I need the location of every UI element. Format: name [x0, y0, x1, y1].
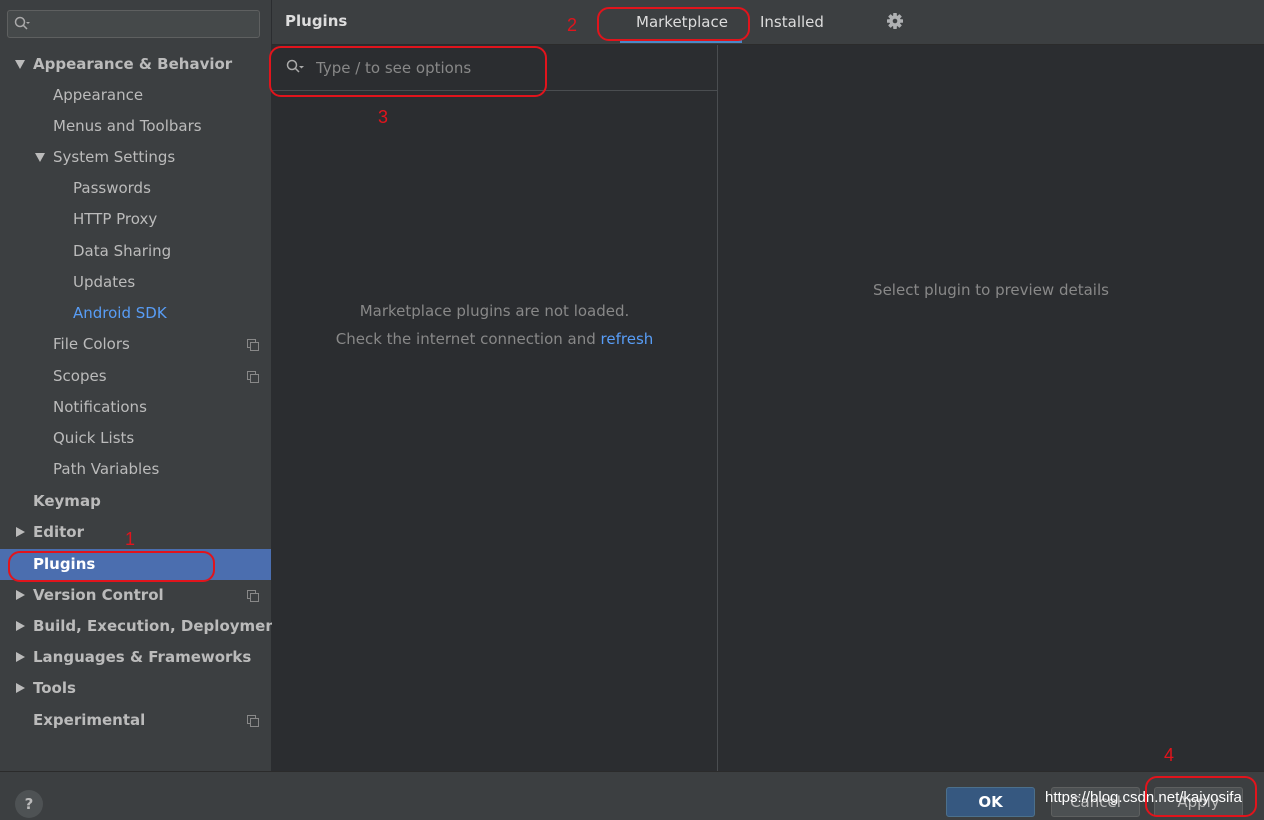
- tree-item-keymap[interactable]: Keymap: [0, 486, 271, 517]
- tree-item-passwords[interactable]: Passwords: [0, 173, 271, 204]
- project-settings-icon: [247, 339, 259, 351]
- tree-item-data-sharing[interactable]: Data Sharing: [0, 236, 271, 267]
- tree-item-label: System Settings: [53, 148, 176, 166]
- annotation-box-search: [269, 46, 547, 97]
- tree-item-path-variables[interactable]: Path Variables: [0, 454, 271, 485]
- plugin-list-pane: Marketplace plugins are not loaded. Chec…: [272, 45, 717, 771]
- tree-item-label: Languages & Frameworks: [33, 648, 252, 666]
- tree-item-label: Data Sharing: [73, 242, 172, 260]
- help-button[interactable]: ?: [15, 790, 43, 818]
- tree-item-label: Experimental: [33, 711, 146, 729]
- tree-item-label: Updates: [73, 273, 136, 291]
- annotation-number-4: 4: [1164, 745, 1175, 765]
- project-settings-icon: [247, 715, 259, 727]
- annotation-box-marketplace: [597, 7, 750, 41]
- page-title: Plugins: [285, 12, 348, 30]
- gear-icon[interactable]: [886, 12, 904, 34]
- tree-item-label: HTTP Proxy: [73, 210, 158, 228]
- tree-item-notifications[interactable]: Notifications: [0, 392, 271, 423]
- search-icon: [14, 16, 32, 36]
- chevron-right-icon[interactable]: [14, 580, 26, 611]
- project-settings-icon: [247, 590, 259, 602]
- chevron-right-icon[interactable]: [14, 611, 26, 642]
- tree-item-scopes[interactable]: Scopes: [0, 361, 271, 392]
- tree-item-label: Quick Lists: [53, 429, 135, 447]
- details-placeholder-text: Select plugin to preview details: [873, 281, 1109, 299]
- tree-item-version-control[interactable]: Version Control: [0, 580, 271, 611]
- tree-item-label: Scopes: [53, 367, 107, 385]
- chevron-down-icon[interactable]: [34, 142, 46, 173]
- marketplace-not-loaded-text: Marketplace plugins are not loaded.: [359, 302, 630, 320]
- annotation-number-2: 2: [567, 15, 578, 35]
- tree-item-label: Keymap: [33, 492, 101, 510]
- annotation-box-apply: [1145, 776, 1257, 817]
- settings-sidebar: Appearance & Behavior Appearance Menus a…: [0, 0, 283, 771]
- annotation-box-plugins: [8, 551, 215, 582]
- project-settings-icon: [247, 371, 259, 383]
- tree-item-http-proxy[interactable]: HTTP Proxy: [0, 204, 271, 235]
- settings-search-field[interactable]: [7, 10, 260, 38]
- tree-item-label: Version Control: [33, 586, 164, 604]
- chevron-right-icon[interactable]: [14, 517, 26, 548]
- tree-item-editor[interactable]: Editor: [0, 517, 271, 548]
- tree-item-tools[interactable]: Tools: [0, 673, 271, 704]
- tree-item-label: Menus and Toolbars: [53, 117, 202, 135]
- tab-installed[interactable]: Installed: [760, 13, 824, 31]
- tree-item-file-colors[interactable]: File Colors: [0, 329, 271, 360]
- tree-item-system-settings[interactable]: System Settings: [0, 142, 271, 173]
- tree-item-label: Path Variables: [53, 460, 160, 478]
- tree-item-label: Notifications: [53, 398, 147, 416]
- tree-item-label: Build, Execution, Deployment: [33, 617, 284, 635]
- tree-item-build-execution-deployment[interactable]: Build, Execution, Deployment: [0, 611, 283, 642]
- plugins-header: Plugins Marketplace Installed: [272, 0, 1264, 45]
- tree-item-label: Editor: [33, 523, 84, 541]
- tree-item-menus-and-toolbars[interactable]: Menus and Toolbars: [0, 111, 271, 142]
- tree-item-label: Appearance & Behavior: [33, 55, 233, 73]
- tree-item-label: Tools: [33, 679, 76, 697]
- plugin-details-pane: Select plugin to preview details: [718, 45, 1264, 771]
- refresh-link[interactable]: refresh: [601, 330, 654, 348]
- chevron-down-icon[interactable]: [14, 49, 26, 80]
- tree-item-appearance-behavior[interactable]: Appearance & Behavior: [0, 49, 271, 80]
- tree-item-label: Android SDK: [73, 304, 167, 322]
- tree-item-experimental[interactable]: Experimental: [0, 705, 271, 736]
- tree-item-quick-lists[interactable]: Quick Lists: [0, 423, 271, 454]
- annotation-number-1: 1: [125, 529, 136, 549]
- tree-item-label: Appearance: [53, 86, 144, 104]
- connection-hint-line: Check the internet connection and refres…: [272, 330, 717, 348]
- tree-item-updates[interactable]: Updates: [0, 267, 271, 298]
- chevron-right-icon[interactable]: [14, 673, 26, 704]
- tree-item-languages-frameworks[interactable]: Languages & Frameworks: [0, 642, 271, 673]
- annotation-number-3: 3: [378, 107, 389, 127]
- tree-item-label: File Colors: [53, 335, 130, 353]
- chevron-right-icon[interactable]: [14, 642, 26, 673]
- connection-hint-text: Check the internet connection and: [335, 330, 596, 348]
- ok-button[interactable]: OK: [946, 787, 1035, 817]
- tree-item-label: Passwords: [73, 179, 151, 197]
- tree-item-android-sdk[interactable]: Android SDK: [0, 298, 271, 329]
- tree-item-appearance[interactable]: Appearance: [0, 80, 271, 111]
